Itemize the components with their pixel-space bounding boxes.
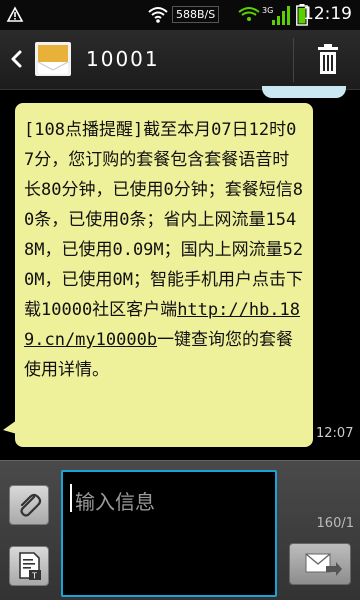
- message-input[interactable]: 输入信息: [61, 470, 277, 597]
- status-time: 12:19: [303, 4, 352, 24]
- trash-icon[interactable]: [308, 42, 348, 78]
- notification-icon: [6, 6, 24, 22]
- compose-bar: T 输入信息 160/1: [0, 460, 360, 600]
- wifi-icon: [148, 7, 168, 23]
- message-body: [108点播提醒]截至本月07日12时07分，您订购的套餐包含套餐语音时长80分…: [24, 115, 306, 385]
- svg-text:3G: 3G: [262, 6, 273, 15]
- message-timestamp: 12:07: [316, 426, 354, 441]
- header-divider: [293, 38, 294, 82]
- contact-name: 10001: [86, 47, 160, 71]
- svg-text:T: T: [31, 572, 37, 581]
- bubble-tail: [3, 420, 17, 434]
- character-counter: 160/1: [316, 516, 354, 531]
- send-icon: [305, 553, 342, 576]
- back-arrow-icon[interactable]: [4, 44, 28, 74]
- network-speed: 588B/S: [172, 6, 220, 23]
- send-button[interactable]: [289, 543, 351, 585]
- message-text-before-link: [108点播提醒]截至本月07日12时07分，您订购的套餐包含套餐语音时长80分…: [24, 120, 304, 320]
- envelope-icon[interactable]: [34, 39, 72, 79]
- message-bubble[interactable]: [108点播提醒]截至本月07日12时07分，您订购的套餐包含套餐语音时长80分…: [15, 103, 313, 447]
- status-bar: 588B/S 3G 12:19: [0, 0, 360, 30]
- conversation-header: 10001: [0, 30, 360, 90]
- previous-message-bubble[interactable]: [262, 86, 346, 98]
- data-arrows-icon: [238, 7, 260, 21]
- paperclip-icon: [20, 493, 42, 517]
- template-icon: T: [19, 552, 41, 581]
- input-placeholder: 输入信息: [75, 490, 155, 514]
- message-list[interactable]: [108点播提醒]截至本月07日12时07分，您订购的套餐包含套餐语音时长80分…: [0, 86, 360, 460]
- attach-button[interactable]: [9, 485, 49, 525]
- text-cursor: [70, 484, 72, 512]
- template-button[interactable]: T: [9, 546, 49, 586]
- signal-3g-icon: 3G: [262, 6, 290, 25]
